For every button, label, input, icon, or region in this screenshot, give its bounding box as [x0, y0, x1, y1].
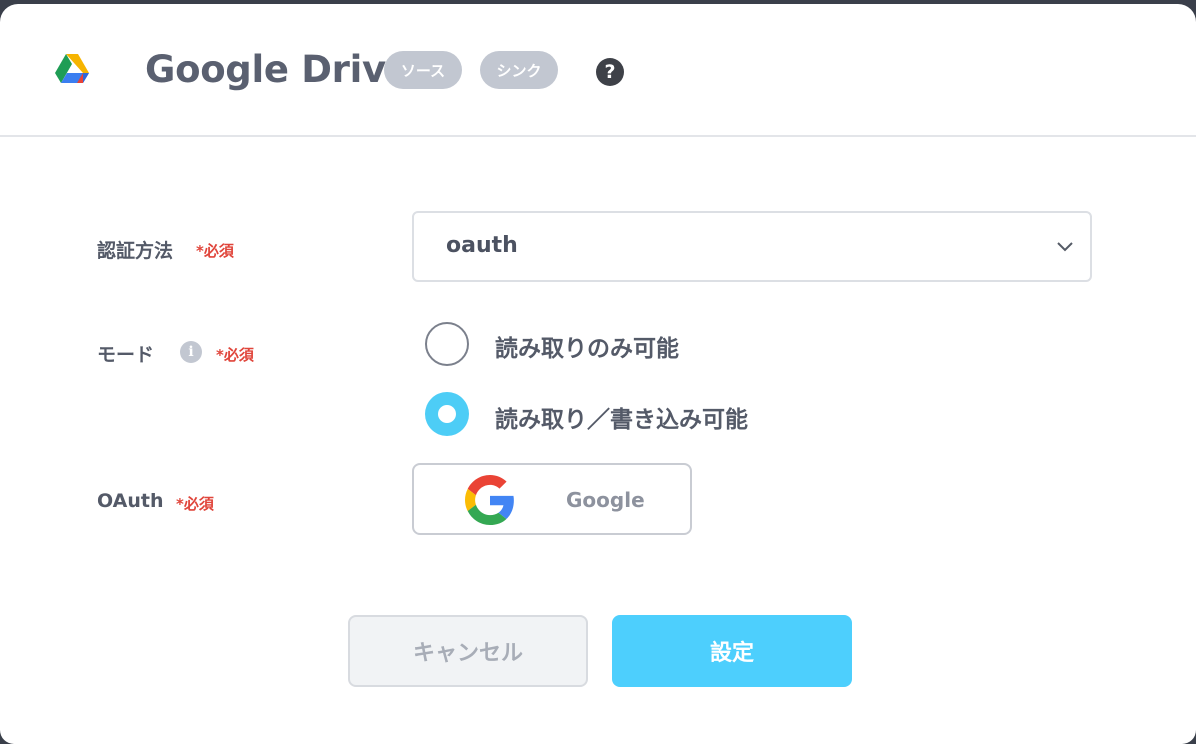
info-icon[interactable]: i	[180, 341, 202, 363]
save-button[interactable]: 設定	[612, 615, 852, 687]
oauth-label: OAuth	[97, 490, 164, 512]
google-drive-icon	[55, 54, 89, 83]
auth-method-value: oauth	[446, 233, 518, 258]
dialog-title: Google Drive	[145, 48, 411, 91]
radio-read-write[interactable]	[425, 392, 469, 436]
help-icon[interactable]: ?	[596, 58, 624, 86]
connector-settings-dialog: Google Drive ソース シンク ? 認証方法 *必須 oauth モー…	[0, 4, 1196, 744]
radio-read-only-label[interactable]: 読み取りのみ可能	[495, 329, 679, 363]
chevron-down-icon	[1057, 242, 1073, 252]
tag-source: ソース	[384, 51, 462, 89]
google-signin-button[interactable]: Google	[412, 463, 692, 535]
dialog-header: Google Drive ソース シンク ?	[0, 4, 1196, 137]
tag-sink: シンク	[480, 51, 558, 89]
oauth-required: *必須	[176, 495, 214, 513]
mode-required: *必須	[216, 346, 254, 364]
cancel-button[interactable]: キャンセル	[348, 615, 588, 687]
auth-method-required: *必須	[196, 242, 234, 260]
google-g-icon	[465, 475, 514, 525]
radio-read-write-label[interactable]: 読み取り／書き込み可能	[495, 400, 748, 434]
radio-read-only[interactable]	[425, 322, 469, 366]
auth-method-label: 認証方法	[97, 240, 174, 262]
google-button-label: Google	[566, 488, 645, 512]
mode-label: モード	[97, 344, 155, 366]
auth-method-select[interactable]: oauth	[412, 211, 1092, 282]
